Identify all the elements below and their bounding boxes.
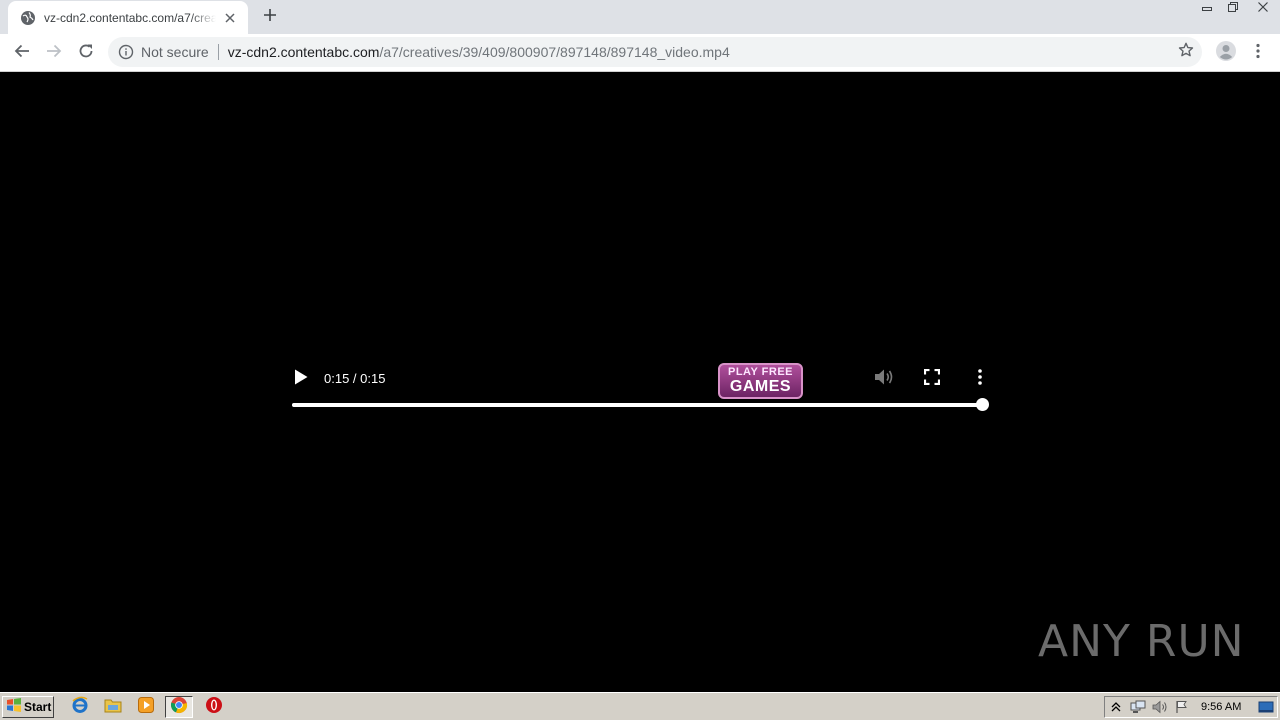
speaker-icon[interactable] <box>1149 697 1171 717</box>
system-tray: 9:56 AM <box>1104 696 1278 718</box>
ad-line-1: PLAY FREE <box>727 366 794 378</box>
url-text[interactable]: vz-cdn2.contentabc.com/a7/creatives/39/4… <box>228 44 730 60</box>
omnibox-divider <box>217 44 219 60</box>
arrow-right-icon <box>46 43 62 64</box>
ie-icon <box>71 696 89 719</box>
bookmark-button[interactable] <box>1176 42 1196 62</box>
window-controls <box>1194 0 1280 18</box>
arrow-left-icon <box>14 43 30 64</box>
play-free-games-logo: PLAY FREE GAMES <box>718 363 803 399</box>
show-desktop-icon[interactable] <box>1255 697 1277 717</box>
account-icon <box>1216 40 1236 66</box>
more-options-icon <box>978 368 982 390</box>
new-tab-button[interactable] <box>258 6 282 28</box>
reload-button[interactable] <box>72 39 100 67</box>
taskbar-clock[interactable]: 9:56 AM <box>1201 701 1241 713</box>
back-button[interactable] <box>8 39 36 67</box>
url-host: vz-cdn2.contentabc.com <box>227 44 380 60</box>
plus-icon <box>263 8 277 27</box>
fullscreen-icon <box>923 368 941 390</box>
url-path: /a7/creatives/39/409/800907/897148/89714… <box>379 44 730 60</box>
security-label[interactable]: Not secure <box>141 44 209 60</box>
restore-icon <box>1227 0 1239 18</box>
video-frame[interactable] <box>272 262 1006 352</box>
seek-bar[interactable] <box>292 403 982 407</box>
action-center-flag-icon[interactable] <box>1171 697 1193 717</box>
play-icon <box>294 369 308 390</box>
ad-line-2: GAMES <box>729 378 792 395</box>
tab-video[interactable]: vz-cdn2.contentabc.com/a7/creatives/39/4… <box>8 1 248 34</box>
windows-taskbar: Start 9:56 AM <box>0 692 1280 720</box>
play-button[interactable] <box>290 368 312 390</box>
video-viewport[interactable] <box>0 72 1280 692</box>
taskbar-opera[interactable] <box>200 696 228 718</box>
anyrun-watermark: ANY RUN <box>1038 610 1245 672</box>
seek-bar-handle[interactable] <box>975 398 989 411</box>
info-icon[interactable] <box>118 44 134 60</box>
video-more-button[interactable] <box>968 368 992 390</box>
watermark-text: ANY RUN <box>1038 615 1245 667</box>
close-icon <box>1257 0 1269 18</box>
tab-title: vz-cdn2.contentabc.com/a7/creatives/39/4… <box>44 10 216 25</box>
tab-close-icon[interactable] <box>222 10 238 26</box>
opera-icon <box>205 696 223 719</box>
tab-strip: vz-cdn2.contentabc.com/a7/creatives/39/4… <box>0 0 1280 34</box>
taskbar-explorer[interactable] <box>99 696 127 718</box>
minimize-icon <box>1201 0 1213 18</box>
browser-menu-button[interactable] <box>1244 39 1272 67</box>
star-icon <box>1178 42 1194 63</box>
forward-button[interactable] <box>40 39 68 67</box>
media-player-icon <box>137 696 155 719</box>
restore-button[interactable] <box>1220 0 1246 18</box>
fullscreen-button[interactable] <box>920 368 944 390</box>
close-window-button[interactable] <box>1246 0 1280 18</box>
taskbar-media-player[interactable] <box>132 696 160 718</box>
address-bar[interactable]: Not secure vz-cdn2.contentabc.com/a7/cre… <box>108 37 1202 67</box>
taskbar-chrome[interactable] <box>165 696 193 718</box>
browser-toolbar: Not secure vz-cdn2.contentabc.com/a7/cre… <box>0 34 1280 72</box>
seek-bar-progress <box>292 403 982 407</box>
mute-button[interactable] <box>872 368 896 390</box>
minimize-button[interactable] <box>1194 0 1220 18</box>
chrome-icon <box>170 696 188 719</box>
taskbar-ie[interactable] <box>66 696 94 718</box>
volume-icon <box>874 368 894 391</box>
network-icon[interactable] <box>1127 697 1149 717</box>
start-button[interactable]: Start <box>2 696 54 718</box>
tray-expand-icon[interactable] <box>1105 697 1127 717</box>
windows-logo-icon <box>6 697 22 717</box>
globe-icon <box>20 10 36 26</box>
video-time-display: 0:15 / 0:15 <box>324 371 386 386</box>
explorer-icon <box>104 697 122 718</box>
kebab-menu-icon <box>1256 43 1260 64</box>
profile-button[interactable] <box>1212 39 1240 67</box>
reload-icon <box>78 43 94 64</box>
start-label: Start <box>24 700 52 714</box>
